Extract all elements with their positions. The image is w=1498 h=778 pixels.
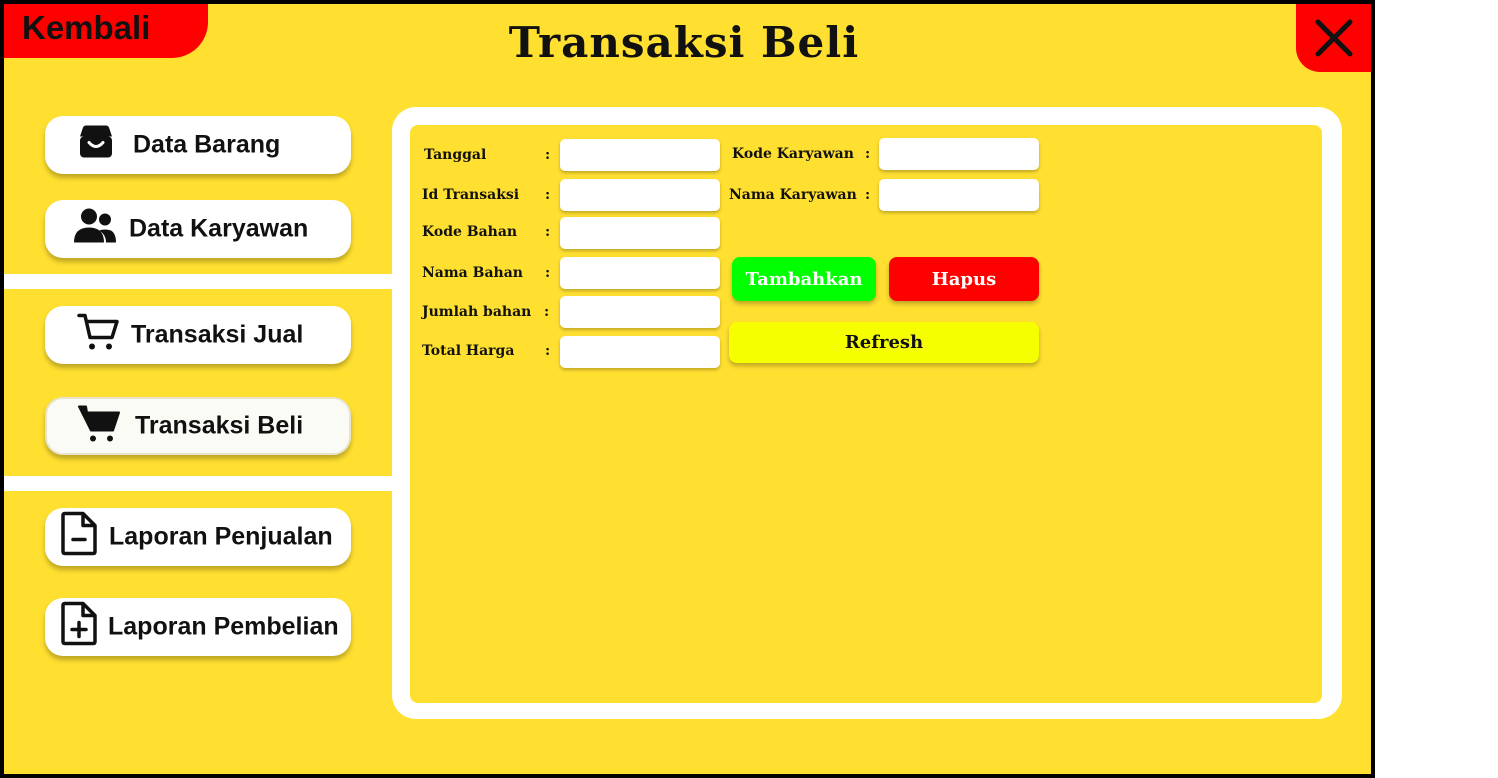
nama-bahan-input[interactable] [560, 257, 720, 289]
id-transaksi-label: Id Transaksi [422, 187, 520, 203]
sidebar-divider [4, 476, 392, 491]
form-panel: Tanggal : Id Transaksi : Kode Bahan : Na… [392, 107, 1342, 719]
tanggal-input[interactable] [560, 139, 720, 171]
sidebar-item-data-karyawan[interactable]: Data Karyawan [45, 200, 351, 258]
cart-outline-icon [77, 312, 119, 359]
colon: : [544, 304, 550, 320]
nama-bahan-label: Nama Bahan [422, 265, 523, 281]
colon: : [865, 146, 871, 162]
jumlah-bahan-label: Jumlah bahan [422, 304, 532, 320]
sidebar-item-label: Data Karyawan [129, 214, 309, 243]
page-title: Transaksi Beli [508, 18, 860, 67]
sidebar-item-label: Data Barang [133, 130, 281, 159]
sidebar-item-transaksi-jual[interactable]: Transaksi Jual [45, 306, 351, 364]
form-area: Tanggal : Id Transaksi : Kode Bahan : Na… [410, 125, 1322, 703]
close-button[interactable] [1296, 4, 1371, 72]
users-icon [73, 208, 117, 251]
refresh-button[interactable]: Refresh [729, 322, 1039, 363]
colon: : [865, 187, 871, 203]
tanggal-label: Tanggal [424, 147, 487, 163]
tambahkan-button[interactable]: Tambahkan [732, 257, 876, 301]
file-plus-icon [61, 601, 97, 653]
cart-filled-icon [77, 403, 121, 450]
sidebar-item-label: Laporan Penjualan [109, 522, 333, 551]
file-minus-icon [61, 511, 97, 563]
hapus-button[interactable]: Hapus [889, 257, 1039, 301]
sidebar-item-transaksi-beli[interactable]: Transaksi Beli [45, 397, 351, 455]
sidebar-item-laporan-pembelian[interactable]: Laporan Pembelian [45, 598, 351, 656]
colon: : [545, 187, 551, 203]
id-transaksi-input[interactable] [560, 179, 720, 211]
colon: : [545, 343, 551, 359]
kode-bahan-input[interactable] [560, 217, 720, 249]
jumlah-bahan-input[interactable] [560, 296, 720, 328]
sidebar-item-label: Transaksi Jual [131, 320, 304, 349]
kode-karyawan-label: Kode Karyawan [732, 146, 854, 162]
colon: : [545, 265, 551, 281]
kode-karyawan-input[interactable] [879, 138, 1039, 170]
nama-karyawan-label: Nama Karyawan [729, 187, 857, 203]
nama-karyawan-input[interactable] [879, 179, 1039, 211]
total-harga-label: Total Harga [422, 343, 515, 359]
app-window: Kembali Transaksi Beli Data Barang Data … [0, 0, 1375, 778]
sidebar-item-label: Laporan Pembelian [108, 612, 339, 641]
sidebar-divider [4, 274, 392, 289]
sidebar-item-laporan-penjualan[interactable]: Laporan Penjualan [45, 508, 351, 566]
back-button[interactable]: Kembali [4, 4, 208, 58]
sidebar-item-label: Transaksi Beli [135, 411, 304, 440]
kode-bahan-label: Kode Bahan [422, 224, 518, 240]
colon: : [545, 224, 551, 240]
close-icon [1315, 19, 1353, 57]
total-harga-input[interactable] [560, 336, 720, 368]
box-icon [77, 125, 115, 166]
sidebar-item-data-barang[interactable]: Data Barang [45, 116, 351, 174]
colon: : [545, 147, 551, 163]
